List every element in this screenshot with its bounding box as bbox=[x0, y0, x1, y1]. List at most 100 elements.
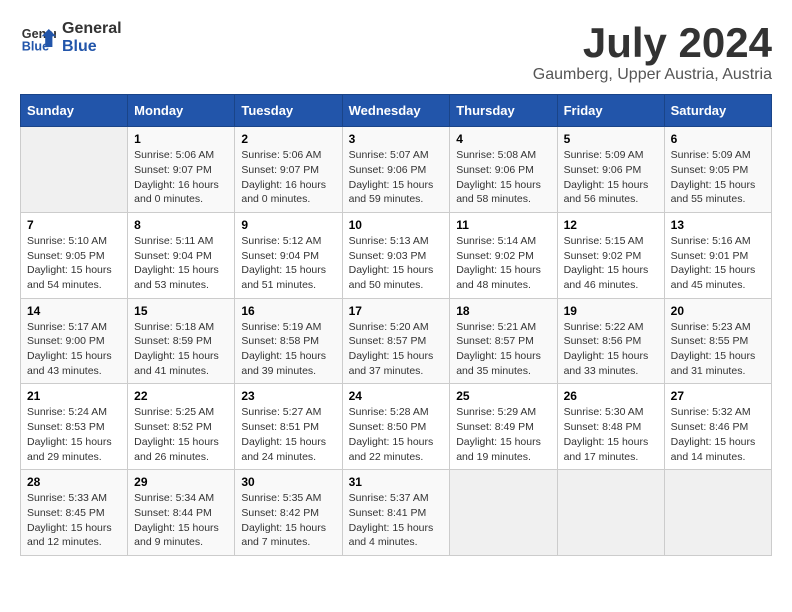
day-number: 15 bbox=[134, 304, 228, 318]
day-number: 1 bbox=[134, 132, 228, 146]
day-info: Sunrise: 5:37 AM Sunset: 8:41 PM Dayligh… bbox=[349, 491, 444, 550]
day-number: 5 bbox=[564, 132, 658, 146]
page-header: General Blue General Blue July 2024 Gaum… bbox=[20, 20, 772, 84]
day-number: 30 bbox=[241, 475, 335, 489]
day-info: Sunrise: 5:27 AM Sunset: 8:51 PM Dayligh… bbox=[241, 405, 335, 464]
calendar-header: SundayMondayTuesdayWednesdayThursdayFrid… bbox=[21, 95, 772, 127]
calendar-cell: 29 Sunrise: 5:34 AM Sunset: 8:44 PM Dayli… bbox=[128, 470, 235, 556]
calendar-cell: 28 Sunrise: 5:33 AM Sunset: 8:45 PM Dayli… bbox=[21, 470, 128, 556]
day-info: Sunrise: 5:10 AM Sunset: 9:05 PM Dayligh… bbox=[27, 234, 121, 293]
day-number: 26 bbox=[564, 389, 658, 403]
calendar-cell: 10 Sunrise: 5:13 AM Sunset: 9:03 PM Dayli… bbox=[342, 212, 450, 298]
day-number: 19 bbox=[564, 304, 658, 318]
header-cell-wednesday: Wednesday bbox=[342, 95, 450, 127]
calendar-row: 21 Sunrise: 5:24 AM Sunset: 8:53 PM Dayli… bbox=[21, 384, 772, 470]
day-info: Sunrise: 5:08 AM Sunset: 9:06 PM Dayligh… bbox=[456, 148, 550, 207]
day-number: 10 bbox=[349, 218, 444, 232]
day-info: Sunrise: 5:35 AM Sunset: 8:42 PM Dayligh… bbox=[241, 491, 335, 550]
day-number: 21 bbox=[27, 389, 121, 403]
day-number: 22 bbox=[134, 389, 228, 403]
day-info: Sunrise: 5:32 AM Sunset: 8:46 PM Dayligh… bbox=[671, 405, 765, 464]
day-info: Sunrise: 5:16 AM Sunset: 9:01 PM Dayligh… bbox=[671, 234, 765, 293]
day-number: 14 bbox=[27, 304, 121, 318]
day-number: 18 bbox=[456, 304, 550, 318]
day-number: 4 bbox=[456, 132, 550, 146]
day-number: 8 bbox=[134, 218, 228, 232]
calendar-cell: 12Sunrise: 5:15 AM Sunset: 9:02 PM Dayli… bbox=[557, 212, 664, 298]
day-info: Sunrise: 5:17 AM Sunset: 9:00 PM Dayligh… bbox=[27, 320, 121, 379]
calendar-row: 1Sunrise: 5:06 AM Sunset: 9:07 PM Daylig… bbox=[21, 127, 772, 213]
calendar-row: 28 Sunrise: 5:33 AM Sunset: 8:45 PM Dayli… bbox=[21, 470, 772, 556]
day-info: Sunrise: 5:22 AM Sunset: 8:56 PM Dayligh… bbox=[564, 320, 658, 379]
day-number: 9 bbox=[241, 218, 335, 232]
calendar-cell: 11Sunrise: 5:14 AM Sunset: 9:02 PM Dayli… bbox=[450, 212, 557, 298]
calendar-cell: 1Sunrise: 5:06 AM Sunset: 9:07 PM Daylig… bbox=[128, 127, 235, 213]
header-row: SundayMondayTuesdayWednesdayThursdayFrid… bbox=[21, 95, 772, 127]
day-info: Sunrise: 5:13 AM Sunset: 9:03 PM Dayligh… bbox=[349, 234, 444, 293]
day-info: Sunrise: 5:21 AM Sunset: 8:57 PM Dayligh… bbox=[456, 320, 550, 379]
calendar-row: 14 Sunrise: 5:17 AM Sunset: 9:00 PM Dayli… bbox=[21, 298, 772, 384]
day-info: Sunrise: 5:18 AM Sunset: 8:59 PM Dayligh… bbox=[134, 320, 228, 379]
calendar-cell: 20 Sunrise: 5:23 AM Sunset: 8:55 PM Dayli… bbox=[664, 298, 771, 384]
calendar-cell bbox=[450, 470, 557, 556]
calendar-cell: 9 Sunrise: 5:12 AM Sunset: 9:04 PM Daylig… bbox=[235, 212, 342, 298]
calendar-cell: 14 Sunrise: 5:17 AM Sunset: 9:00 PM Dayli… bbox=[21, 298, 128, 384]
day-info: Sunrise: 5:09 AM Sunset: 9:05 PM Dayligh… bbox=[671, 148, 765, 207]
day-number: 2 bbox=[241, 132, 335, 146]
day-number: 7 bbox=[27, 218, 121, 232]
header-cell-sunday: Sunday bbox=[21, 95, 128, 127]
calendar-cell: 17 Sunrise: 5:20 AM Sunset: 8:57 PM Dayli… bbox=[342, 298, 450, 384]
calendar-cell: 30 Sunrise: 5:35 AM Sunset: 8:42 PM Dayli… bbox=[235, 470, 342, 556]
logo-blue-text: Blue bbox=[62, 38, 122, 56]
calendar-cell: 15 Sunrise: 5:18 AM Sunset: 8:59 PM Dayli… bbox=[128, 298, 235, 384]
page-title: July 2024 bbox=[533, 20, 772, 66]
day-number: 31 bbox=[349, 475, 444, 489]
title-section: July 2024 Gaumberg, Upper Austria, Austr… bbox=[533, 20, 772, 84]
calendar-body: 1Sunrise: 5:06 AM Sunset: 9:07 PM Daylig… bbox=[21, 127, 772, 556]
calendar-cell: 5 Sunrise: 5:09 AM Sunset: 9:06 PM Daylig… bbox=[557, 127, 664, 213]
logo-icon: General Blue bbox=[20, 20, 56, 56]
day-info: Sunrise: 5:24 AM Sunset: 8:53 PM Dayligh… bbox=[27, 405, 121, 464]
day-number: 29 bbox=[134, 475, 228, 489]
calendar-cell: 19 Sunrise: 5:22 AM Sunset: 8:56 PM Dayli… bbox=[557, 298, 664, 384]
day-number: 20 bbox=[671, 304, 765, 318]
day-info: Sunrise: 5:34 AM Sunset: 8:44 PM Dayligh… bbox=[134, 491, 228, 550]
day-info: Sunrise: 5:12 AM Sunset: 9:04 PM Dayligh… bbox=[241, 234, 335, 293]
calendar-cell: 6Sunrise: 5:09 AM Sunset: 9:05 PM Daylig… bbox=[664, 127, 771, 213]
day-number: 23 bbox=[241, 389, 335, 403]
calendar-row: 7 Sunrise: 5:10 AM Sunset: 9:05 PM Daylig… bbox=[21, 212, 772, 298]
header-cell-friday: Friday bbox=[557, 95, 664, 127]
day-info: Sunrise: 5:09 AM Sunset: 9:06 PM Dayligh… bbox=[564, 148, 658, 207]
header-cell-monday: Monday bbox=[128, 95, 235, 127]
calendar-cell: 3Sunrise: 5:07 AM Sunset: 9:06 PM Daylig… bbox=[342, 127, 450, 213]
day-info: Sunrise: 5:11 AM Sunset: 9:04 PM Dayligh… bbox=[134, 234, 228, 293]
day-info: Sunrise: 5:33 AM Sunset: 8:45 PM Dayligh… bbox=[27, 491, 121, 550]
day-info: Sunrise: 5:28 AM Sunset: 8:50 PM Dayligh… bbox=[349, 405, 444, 464]
calendar-cell: 7 Sunrise: 5:10 AM Sunset: 9:05 PM Daylig… bbox=[21, 212, 128, 298]
day-number: 13 bbox=[671, 218, 765, 232]
calendar-cell: 4 Sunrise: 5:08 AM Sunset: 9:06 PM Daylig… bbox=[450, 127, 557, 213]
calendar-cell: 26Sunrise: 5:30 AM Sunset: 8:48 PM Dayli… bbox=[557, 384, 664, 470]
calendar-cell: 23 Sunrise: 5:27 AM Sunset: 8:51 PM Dayli… bbox=[235, 384, 342, 470]
calendar-cell bbox=[557, 470, 664, 556]
calendar-cell: 25Sunrise: 5:29 AM Sunset: 8:49 PM Dayli… bbox=[450, 384, 557, 470]
calendar-table: SundayMondayTuesdayWednesdayThursdayFrid… bbox=[20, 94, 772, 556]
calendar-cell: 16Sunrise: 5:19 AM Sunset: 8:58 PM Dayli… bbox=[235, 298, 342, 384]
calendar-cell: 18 Sunrise: 5:21 AM Sunset: 8:57 PM Dayli… bbox=[450, 298, 557, 384]
header-cell-thursday: Thursday bbox=[450, 95, 557, 127]
day-info: Sunrise: 5:15 AM Sunset: 9:02 PM Dayligh… bbox=[564, 234, 658, 293]
day-info: Sunrise: 5:25 AM Sunset: 8:52 PM Dayligh… bbox=[134, 405, 228, 464]
logo: General Blue General Blue bbox=[20, 20, 122, 56]
day-info: Sunrise: 5:23 AM Sunset: 8:55 PM Dayligh… bbox=[671, 320, 765, 379]
day-number: 17 bbox=[349, 304, 444, 318]
calendar-cell: 31 Sunrise: 5:37 AM Sunset: 8:41 PM Dayli… bbox=[342, 470, 450, 556]
calendar-cell: 13 Sunrise: 5:16 AM Sunset: 9:01 PM Dayli… bbox=[664, 212, 771, 298]
day-number: 28 bbox=[27, 475, 121, 489]
day-info: Sunrise: 5:19 AM Sunset: 8:58 PM Dayligh… bbox=[241, 320, 335, 379]
calendar-cell: 8 Sunrise: 5:11 AM Sunset: 9:04 PM Daylig… bbox=[128, 212, 235, 298]
calendar-cell: 2Sunrise: 5:06 AM Sunset: 9:07 PM Daylig… bbox=[235, 127, 342, 213]
day-info: Sunrise: 5:20 AM Sunset: 8:57 PM Dayligh… bbox=[349, 320, 444, 379]
header-cell-tuesday: Tuesday bbox=[235, 95, 342, 127]
calendar-cell: 24Sunrise: 5:28 AM Sunset: 8:50 PM Dayli… bbox=[342, 384, 450, 470]
calendar-cell: 22 Sunrise: 5:25 AM Sunset: 8:52 PM Dayli… bbox=[128, 384, 235, 470]
